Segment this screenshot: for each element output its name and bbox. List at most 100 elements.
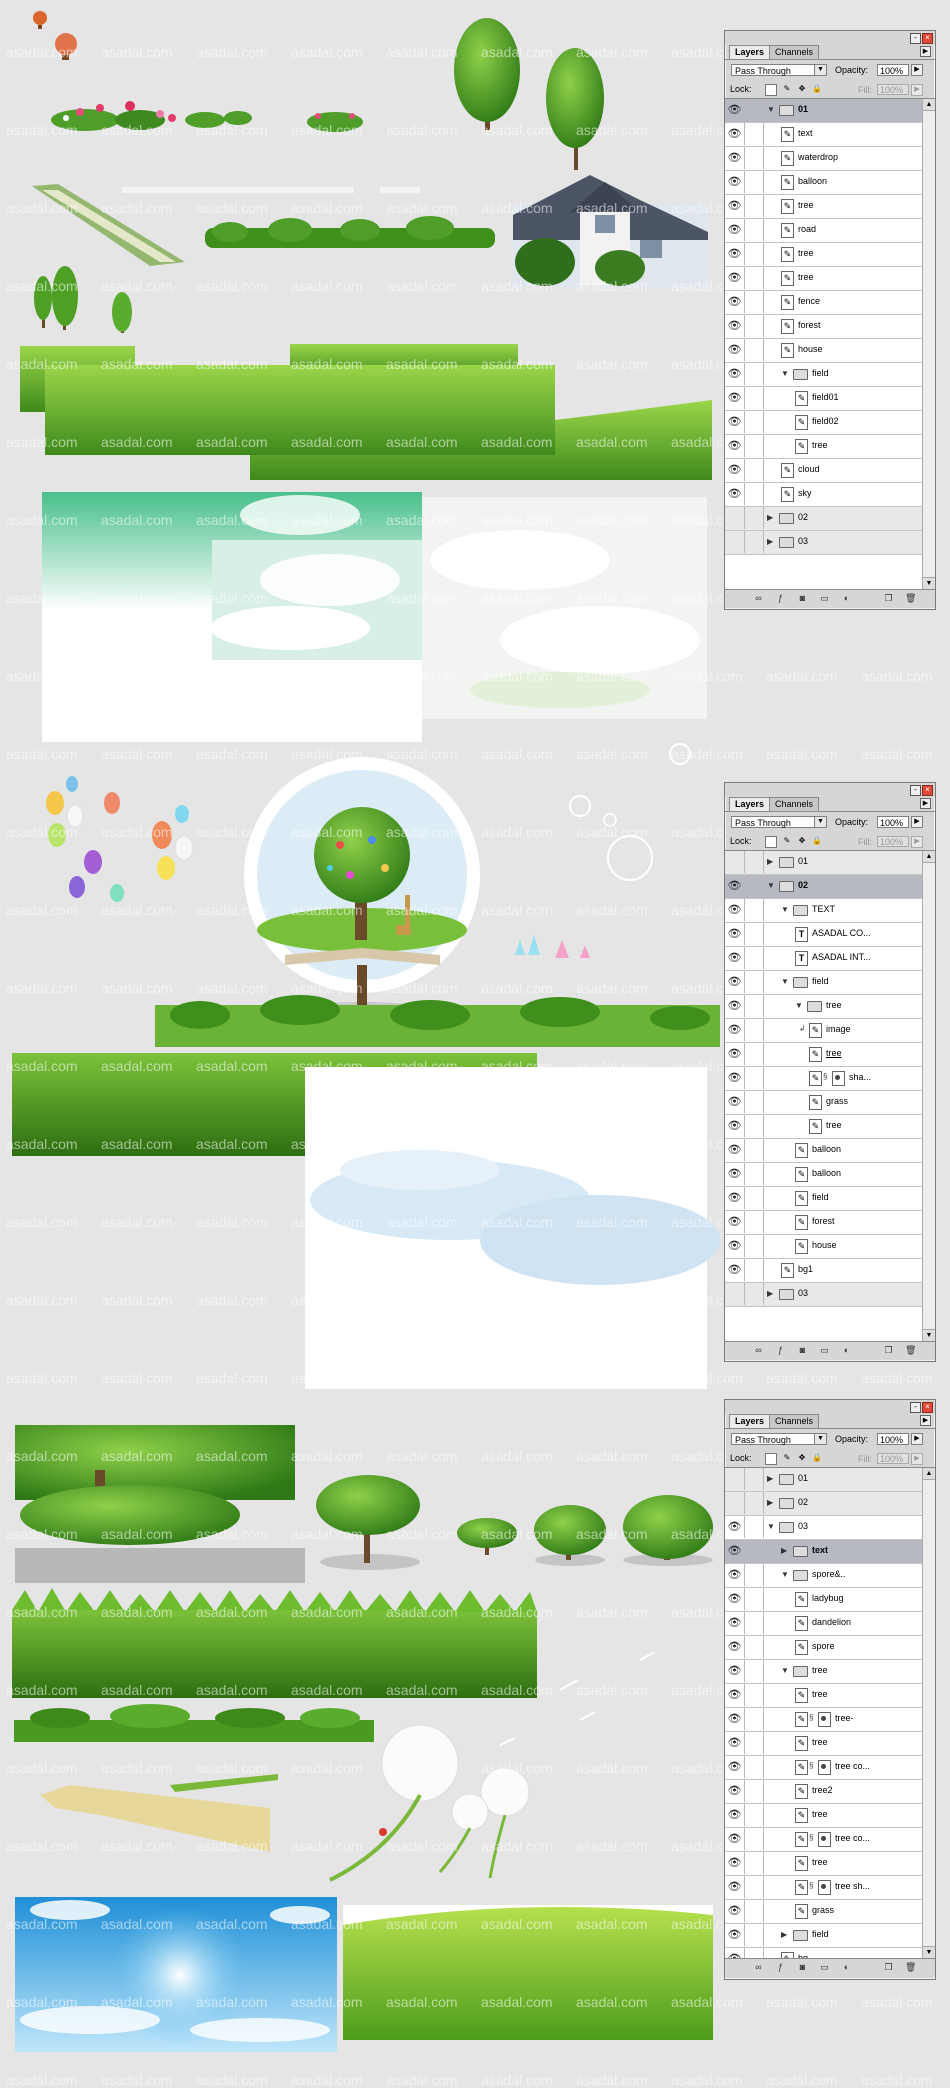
delete-layer-icon[interactable]: 🗑 bbox=[905, 593, 916, 604]
layer-link-cell[interactable] bbox=[744, 1019, 764, 1041]
lock-move-icon[interactable]: ✥ bbox=[797, 84, 807, 94]
layer-link-cell[interactable] bbox=[744, 1780, 764, 1802]
layer-link-cell[interactable] bbox=[744, 1828, 764, 1850]
eye-icon[interactable]: 👁 bbox=[725, 195, 745, 217]
layer-link-cell[interactable] bbox=[744, 483, 764, 505]
layer-group-row[interactable]: 👁 ▼ tree bbox=[725, 1660, 935, 1684]
layer-link-cell[interactable] bbox=[744, 1876, 764, 1898]
link-layers-icon[interactable]: ∞ bbox=[753, 593, 764, 604]
tab-channels[interactable]: Channels bbox=[769, 797, 820, 811]
layer-link-cell[interactable] bbox=[744, 1900, 764, 1922]
fill-input[interactable]: 100% bbox=[877, 1453, 909, 1464]
fill-input[interactable]: 100% bbox=[877, 836, 909, 847]
layer-link-cell[interactable] bbox=[744, 1804, 764, 1826]
layer-link-cell[interactable] bbox=[744, 411, 764, 433]
eye-icon[interactable] bbox=[725, 507, 745, 529]
eye-icon[interactable] bbox=[725, 1283, 745, 1305]
layer-link-cell[interactable] bbox=[744, 923, 764, 945]
layer-row[interactable]: 👁 ✎ ladybug bbox=[725, 1588, 935, 1612]
layer-link-cell[interactable] bbox=[744, 99, 764, 121]
fill-slider-button[interactable]: ▶ bbox=[911, 1453, 923, 1465]
layer-link-cell[interactable] bbox=[744, 339, 764, 361]
opacity-slider-button[interactable]: ▶ bbox=[911, 64, 923, 76]
eye-icon[interactable]: 👁 bbox=[725, 1540, 745, 1562]
layer-link-cell[interactable] bbox=[744, 1516, 764, 1538]
eye-icon[interactable]: 👁 bbox=[725, 315, 745, 337]
layer-row[interactable]: 👁 ✎ tree bbox=[725, 195, 935, 219]
layer-row[interactable]: 👁 ✎ tree bbox=[725, 243, 935, 267]
eye-icon[interactable]: 👁 bbox=[725, 923, 745, 945]
eye-icon[interactable]: 👁 bbox=[725, 1259, 745, 1281]
layer-row[interactable]: 👁 ✎ tree bbox=[725, 1732, 935, 1756]
layer-link-cell[interactable] bbox=[744, 147, 764, 169]
lock-transparency-icon[interactable] bbox=[765, 836, 777, 848]
layer-group-row[interactable]: 👁 ▼ spore&.. bbox=[725, 1564, 935, 1588]
tab-layers[interactable]: Layers bbox=[729, 797, 771, 811]
eye-icon[interactable]: 👁 bbox=[725, 1780, 745, 1802]
new-layer-icon[interactable]: ❐ bbox=[883, 1962, 894, 1973]
eye-icon[interactable]: 👁 bbox=[725, 1924, 745, 1946]
lock-brush-icon[interactable]: ✎ bbox=[782, 84, 792, 94]
layer-link-cell[interactable] bbox=[744, 1187, 764, 1209]
link-layers-icon[interactable]: ∞ bbox=[753, 1345, 764, 1356]
lock-move-icon[interactable]: ✥ bbox=[797, 836, 807, 846]
eye-icon[interactable]: 👁 bbox=[725, 411, 745, 433]
eye-icon[interactable] bbox=[725, 531, 745, 553]
close-button[interactable]: × bbox=[922, 33, 933, 44]
layer-row[interactable]: 👁 ✎ house bbox=[725, 1235, 935, 1259]
lock-brush-icon[interactable]: ✎ bbox=[782, 1453, 792, 1463]
eye-icon[interactable]: 👁 bbox=[725, 971, 745, 993]
blend-mode-select[interactable]: Pass Through ▼ bbox=[731, 816, 827, 828]
eye-icon[interactable]: 👁 bbox=[725, 1612, 745, 1634]
layer-link-cell[interactable] bbox=[744, 1139, 764, 1161]
layer-link-cell[interactable] bbox=[744, 1043, 764, 1065]
layer-row[interactable]: 👁 ✎ § sha... bbox=[725, 1067, 935, 1091]
layer-row[interactable]: 👁 ✎ tree bbox=[725, 1043, 935, 1067]
eye-icon[interactable]: 👁 bbox=[725, 1852, 745, 1874]
eye-icon[interactable]: 👁 bbox=[725, 171, 745, 193]
layer-link-cell[interactable] bbox=[744, 1259, 764, 1281]
layer-row[interactable]: 👁 ✎ balloon bbox=[725, 1139, 935, 1163]
layer-link-cell[interactable] bbox=[744, 1612, 764, 1634]
layer-link-cell[interactable] bbox=[744, 267, 764, 289]
layer-link-cell[interactable] bbox=[744, 123, 764, 145]
minimize-button[interactable]: - bbox=[910, 785, 921, 796]
opacity-input[interactable]: 100% bbox=[877, 64, 909, 76]
layer-group-row[interactable]: 👁 ▼ tree bbox=[725, 995, 935, 1019]
layer-row[interactable]: 👁 ✎ cloud bbox=[725, 459, 935, 483]
layer-row[interactable]: 👁 ✎ field bbox=[725, 1187, 935, 1211]
eye-icon[interactable]: 👁 bbox=[725, 1067, 745, 1089]
close-button[interactable]: × bbox=[922, 785, 933, 796]
layer-group-row[interactable]: ▶ 01 bbox=[725, 851, 935, 875]
layer-row[interactable]: 👁 ✎ dandelion bbox=[725, 1612, 935, 1636]
layer-link-cell[interactable] bbox=[744, 1852, 764, 1874]
new-layer-icon[interactable]: ❐ bbox=[883, 593, 894, 604]
layer-link-cell[interactable] bbox=[744, 459, 764, 481]
layer-group-row[interactable]: 👁 ▼ 03 bbox=[725, 1516, 935, 1540]
layer-link-cell[interactable] bbox=[744, 971, 764, 993]
eye-icon[interactable]: 👁 bbox=[725, 459, 745, 481]
eye-icon[interactable] bbox=[725, 1468, 745, 1490]
eye-icon[interactable]: 👁 bbox=[725, 1043, 745, 1065]
scroll-up-button[interactable]: ▲ bbox=[923, 851, 935, 863]
layer-row[interactable]: 👁 ✎ balloon bbox=[725, 1163, 935, 1187]
lock-all-icon[interactable]: 🔒 bbox=[812, 836, 822, 846]
layer-row[interactable]: 👁 ✎ tree bbox=[725, 1804, 935, 1828]
layer-row[interactable]: 👁 ✎ § tree co... bbox=[725, 1756, 935, 1780]
eye-icon[interactable]: 👁 bbox=[725, 1900, 745, 1922]
layer-row[interactable]: 👁 ✎ § tree sh... bbox=[725, 1876, 935, 1900]
eye-icon[interactable]: 👁 bbox=[725, 1019, 745, 1041]
layer-link-cell[interactable] bbox=[744, 387, 764, 409]
layer-link-cell[interactable] bbox=[744, 851, 764, 873]
add-mask-icon[interactable]: ◙ bbox=[797, 593, 808, 604]
layer-row[interactable]: 👁 ✎ tree2 bbox=[725, 1780, 935, 1804]
tab-layers[interactable]: Layers bbox=[729, 45, 771, 59]
expand-open-icon[interactable]: ▼ bbox=[795, 1001, 803, 1010]
eye-icon[interactable]: 👁 bbox=[725, 339, 745, 361]
expand-open-icon[interactable]: ▼ bbox=[767, 105, 775, 114]
new-group-icon[interactable]: ▭ bbox=[819, 1345, 830, 1356]
layer-link-cell[interactable] bbox=[744, 1948, 764, 1958]
eye-icon[interactable]: 👁 bbox=[725, 1187, 745, 1209]
layer-link-cell[interactable] bbox=[744, 315, 764, 337]
eye-icon[interactable]: 👁 bbox=[725, 219, 745, 241]
